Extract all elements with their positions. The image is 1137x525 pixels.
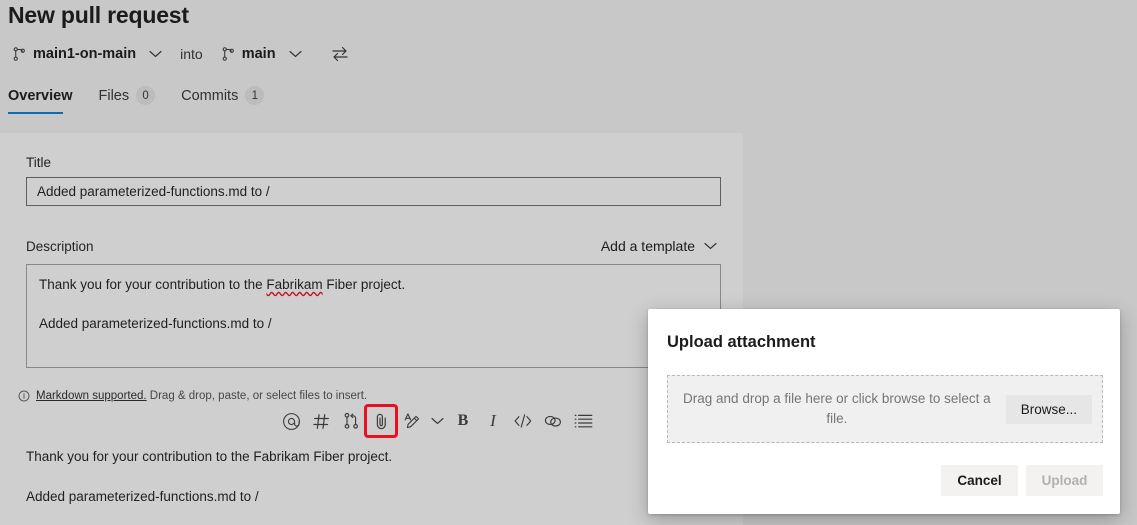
chevron-down-icon[interactable] [426,406,448,436]
description-header-row: Description Add a template [26,236,721,256]
tab-label: Commits [181,88,238,104]
tab-count-badge: 1 [245,86,264,105]
pull-request-page: New pull request main1-on-main into [0,0,1137,525]
upload-attachment-dialog: Upload attachment Drag and drop a file h… [648,309,1120,514]
swap-branches-button[interactable] [328,43,352,64]
tab-commits[interactable]: Commits 1 [181,82,272,115]
dropzone-instructions: Drag and drop a file here or click brows… [668,389,1006,428]
description-text-a: Thank you for your contribution to the [39,277,266,292]
format-toolbar: B I [276,406,598,436]
file-dropzone[interactable]: Drag and drop a file here or click brows… [667,375,1103,443]
cancel-button[interactable]: Cancel [941,465,1018,496]
markdown-hint-text: Drag & drop, paste, or select files to i… [147,390,368,402]
bold-icon[interactable]: B [448,406,478,436]
source-branch-name: main1-on-main [33,46,136,62]
branch-icon [221,46,236,62]
pull-request-link-icon[interactable] [336,406,366,436]
description-label: Description [26,239,94,254]
description-preview: Thank you for your contribution to the F… [26,447,726,525]
target-branch-selector[interactable]: main [217,44,306,64]
tab-label: Files [99,88,130,104]
title-input[interactable] [26,177,721,206]
add-template-dropdown[interactable]: Add a template [597,236,721,256]
markdown-supported-link[interactable]: Markdown supported. [36,390,147,402]
tab-label: Overview [8,88,73,104]
pr-tabs: Overview Files 0 Commits 1 [8,82,290,115]
italic-icon[interactable]: I [478,406,508,436]
page-title: New pull request [8,2,189,29]
tab-count-badge: 0 [136,86,155,105]
description-spellcheck-word: Fabrikam [266,277,322,292]
description-textarea[interactable]: Thank you for your contribution to the F… [26,264,721,368]
bulleted-list-icon[interactable] [568,406,598,436]
branch-selector-row: main1-on-main into main [8,43,352,64]
branch-icon [12,46,27,62]
browse-button[interactable]: Browse... [1006,395,1092,424]
target-branch-name: main [242,46,276,62]
source-branch-selector[interactable]: main1-on-main [8,44,166,64]
dialog-actions: Cancel Upload [941,465,1103,496]
info-icon [18,390,30,402]
description-line-1: Thank you for your contribution to the F… [39,275,708,295]
code-icon[interactable] [508,406,538,436]
chevron-down-icon [289,50,302,58]
chevron-down-icon [704,242,717,250]
description-line-2: Added parameterized-functions.md to / [39,314,708,334]
dialog-title: Upload attachment [667,333,816,352]
markdown-hint-row: Markdown supported. Drag & drop, paste, … [18,390,728,402]
hashtag-icon[interactable] [306,406,336,436]
text-highlight-icon[interactable] [396,406,426,436]
into-label: into [180,46,203,62]
mention-icon[interactable] [276,406,306,436]
preview-line-2: Added parameterized-functions.md to / [26,487,726,508]
chevron-down-icon [149,50,162,58]
attachment-paperclip-icon[interactable] [366,406,396,436]
tab-overview[interactable]: Overview [8,84,81,114]
pr-form-panel: Title Description Add a template Thank y… [0,133,743,525]
title-field-group: Title [26,155,721,206]
title-label: Title [26,155,721,170]
add-template-label: Add a template [601,238,695,254]
tab-files[interactable]: Files 0 [99,82,164,115]
preview-line-1: Thank you for your contribution to the F… [26,447,726,468]
description-text-b: Fiber project. [323,277,406,292]
link-icon[interactable] [538,406,568,436]
upload-button[interactable]: Upload [1026,465,1103,496]
